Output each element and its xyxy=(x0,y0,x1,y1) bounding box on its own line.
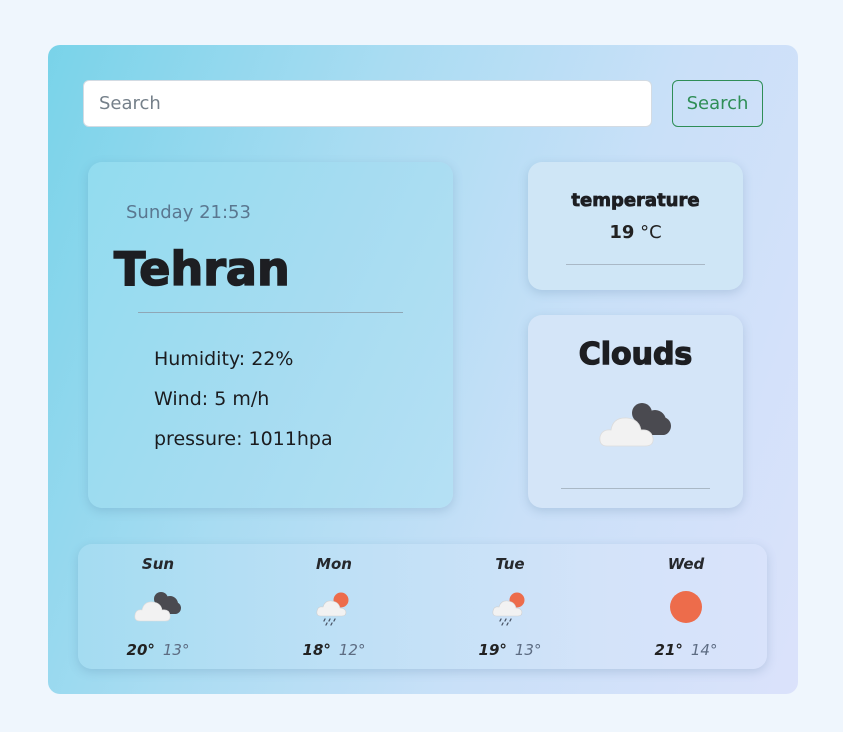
forecast-temps: 21° 14° xyxy=(626,641,746,659)
condition-title: Clouds xyxy=(578,336,693,372)
wind-label: Wind: 5 m/h xyxy=(154,388,270,410)
forecast-high: 18° xyxy=(302,641,331,659)
pressure-label: pressure: 1011hpa xyxy=(154,428,333,450)
forecast-low: 14° xyxy=(690,641,718,659)
city-name: Tehran xyxy=(113,241,290,297)
cloudy-icon xyxy=(134,592,181,622)
forecast-card: Sun 20° 13° Mon 18° 12° Tue 19° 13° Wed … xyxy=(78,544,767,669)
sun-rain-icon xyxy=(316,592,349,626)
forecast-low: 13° xyxy=(162,641,190,659)
humidity-label: Humidity: 22% xyxy=(154,348,294,370)
forecast-day-name: Wed xyxy=(667,555,705,573)
temperature-unit: °C xyxy=(640,222,662,243)
forecast-day-name: Sun xyxy=(141,555,175,573)
forecast-low: 13° xyxy=(514,641,542,659)
sun-rain-icon xyxy=(492,592,525,626)
forecast-day-name: Mon xyxy=(316,555,352,573)
forecast-high: 21° xyxy=(654,641,683,659)
cloudy-icon xyxy=(599,403,671,447)
sun-icon xyxy=(670,591,702,623)
forecast-day-tue: Tue 19° 13° xyxy=(450,544,570,669)
divider xyxy=(566,264,705,265)
forecast-temps: 18° 12° xyxy=(274,641,394,659)
forecast-low: 12° xyxy=(338,641,366,659)
temperature-card: temperature 19 °C xyxy=(528,162,743,290)
divider xyxy=(561,488,710,489)
search-input[interactable] xyxy=(83,80,652,127)
forecast-temps: 19° 13° xyxy=(450,641,570,659)
forecast-temps: 20° 13° xyxy=(98,641,218,659)
forecast-high: 20° xyxy=(126,641,155,659)
temperature-readout: 19 °C xyxy=(528,222,743,243)
forecast-day-mon: Mon 18° 12° xyxy=(274,544,394,669)
weather-app: Search Sunday 21:53 Tehran Humidity: 22%… xyxy=(48,45,798,694)
forecast-day-sun: Sun 20° 13° xyxy=(98,544,218,669)
search-button[interactable]: Search xyxy=(672,80,763,127)
current-weather-card: Sunday 21:53 Tehran Humidity: 22% Wind: … xyxy=(88,162,453,508)
forecast-high: 19° xyxy=(478,641,507,659)
date-time-label: Sunday 21:53 xyxy=(126,202,251,223)
condition-card: Clouds xyxy=(528,315,743,508)
temperature-value: 19 xyxy=(609,222,635,243)
temperature-title: temperature xyxy=(571,190,700,212)
divider xyxy=(138,312,403,313)
forecast-day-wed: Wed 21° 14° xyxy=(626,544,746,669)
forecast-day-name: Tue xyxy=(495,555,525,573)
